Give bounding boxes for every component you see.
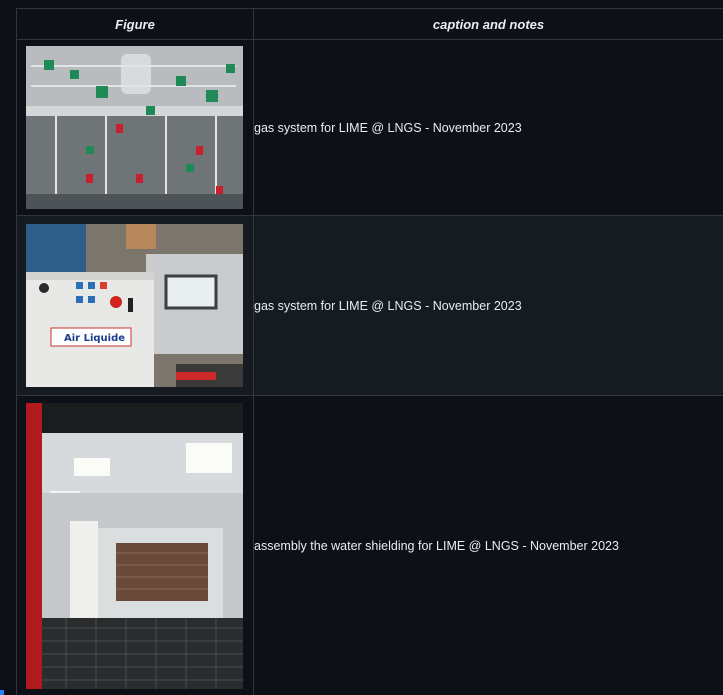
caption-cell: gas system for LIME @ LNGS - November 20… <box>253 215 723 396</box>
scroll-marker <box>0 690 4 695</box>
figure-cell: Air Liquide <box>16 215 254 396</box>
table-row: Air Liquide gas system for LIME @ LNGS -… <box>16 215 723 396</box>
caption-cell: gas system for LIME @ LNGS - November 20… <box>253 39 723 216</box>
table-header-row: Figure caption and notes <box>16 8 723 40</box>
page: Figure caption and notes gas system for … <box>0 0 723 695</box>
table-row: assembly the water shielding for LIME @ … <box>16 395 723 695</box>
gas-system-photo-2[interactable]: Air Liquide <box>26 224 243 387</box>
figure-cell <box>16 395 254 695</box>
caption-cell: assembly the water shielding for LIME @ … <box>253 395 723 695</box>
svg-text:Air Liquide: Air Liquide <box>64 333 125 344</box>
figure-cell <box>16 39 254 216</box>
left-gutter <box>0 0 12 695</box>
figure-table: Figure caption and notes gas system for … <box>16 8 723 695</box>
gas-system-photo-1[interactable] <box>26 46 243 209</box>
header-caption: caption and notes <box>253 8 723 40</box>
header-figure: Figure <box>16 8 254 40</box>
table-row: gas system for LIME @ LNGS - November 20… <box>16 39 723 216</box>
water-shielding-photo[interactable] <box>26 403 243 689</box>
